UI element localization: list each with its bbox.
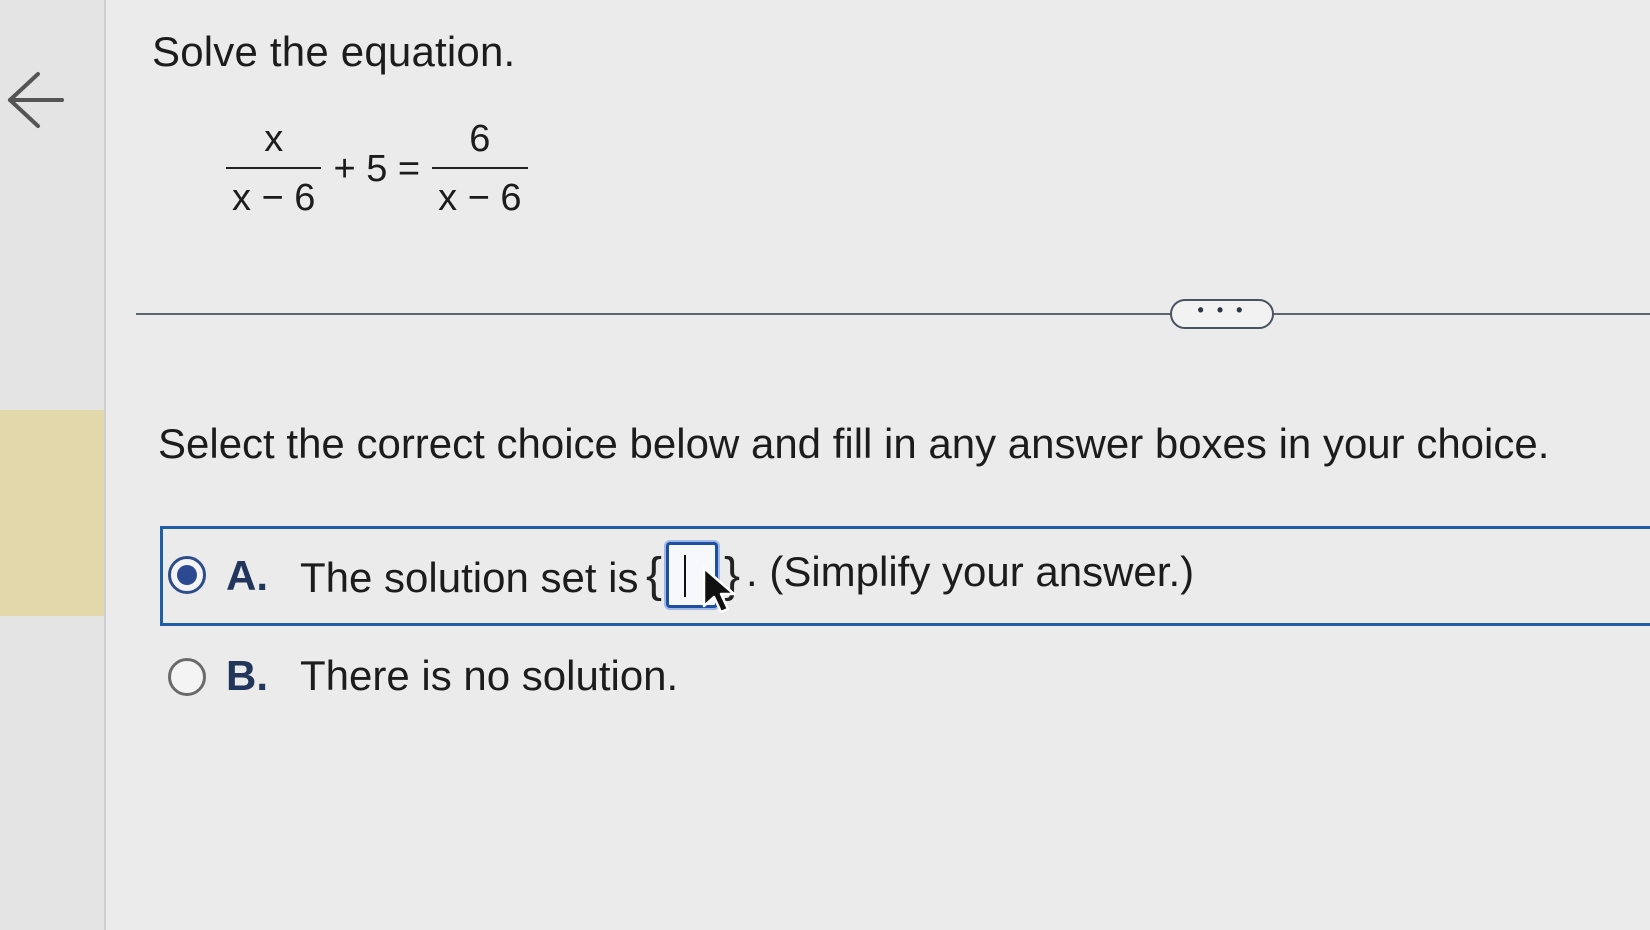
section-divider bbox=[136, 313, 1650, 315]
back-button[interactable] bbox=[2, 66, 66, 134]
choice-b-text[interactable]: There is no solution. bbox=[300, 652, 678, 700]
choice-b-letter: B. bbox=[226, 652, 268, 699]
choice-a-text: The solution set is bbox=[300, 554, 639, 601]
right-numerator: 6 bbox=[469, 118, 491, 160]
right-fraction: 6 x − 6 bbox=[432, 118, 528, 220]
left-numerator: x bbox=[264, 118, 284, 160]
sidebar-highlight bbox=[0, 410, 104, 616]
arrow-left-icon bbox=[8, 72, 64, 128]
choice-a-letter: A. bbox=[226, 552, 268, 599]
open-brace: { bbox=[646, 549, 663, 602]
more-options-button[interactable]: • • • bbox=[1170, 299, 1274, 329]
question-title: Solve the equation. bbox=[152, 28, 516, 75]
choice-a-radio[interactable] bbox=[168, 556, 206, 594]
equation: x x − 6 + 5 = 6 x − 6 bbox=[226, 118, 528, 220]
choice-b-radio[interactable] bbox=[168, 658, 206, 696]
left-fraction: x x − 6 bbox=[226, 118, 322, 220]
text-caret bbox=[684, 555, 686, 597]
choice-a-hint: . (Simplify your answer.) bbox=[746, 548, 1195, 595]
left-denominator: x − 6 bbox=[226, 167, 322, 220]
equation-operator: + 5 = bbox=[333, 147, 421, 190]
instructions-text: Select the correct choice below and fill… bbox=[158, 420, 1550, 467]
left-sidebar bbox=[0, 0, 106, 930]
right-denominator: x − 6 bbox=[432, 167, 528, 220]
radio-selected-dot bbox=[177, 565, 197, 585]
mouse-pointer-icon bbox=[702, 566, 738, 616]
